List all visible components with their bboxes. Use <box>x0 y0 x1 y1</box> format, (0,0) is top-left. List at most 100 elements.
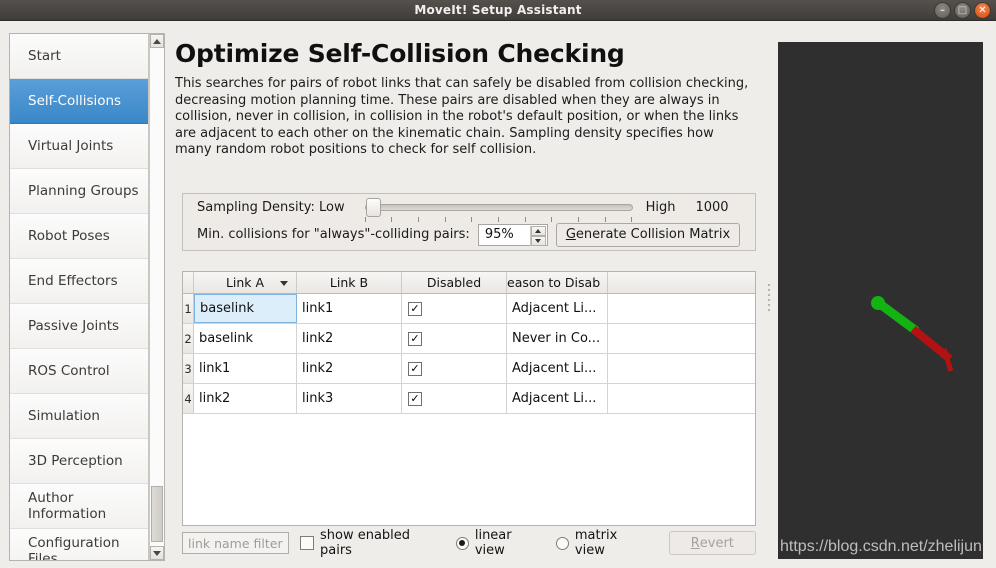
column-header-label: Disabled <box>427 275 481 290</box>
slider-tick <box>525 217 526 222</box>
sidebar-item-robot-poses[interactable]: Robot Poses <box>10 214 148 259</box>
scroll-up-button[interactable] <box>150 34 164 48</box>
sidebar-item-planning-groups[interactable]: Planning Groups <box>10 169 148 214</box>
sidebar-item-author-information[interactable]: Author Information <box>10 484 148 529</box>
cell-reason[interactable]: Adjacent Li... <box>507 294 608 323</box>
cell-link_a[interactable]: baselink <box>194 294 297 323</box>
slider-tick <box>471 217 472 222</box>
slider-track[interactable] <box>365 204 633 211</box>
cell-disabled[interactable]: ✓ <box>402 294 507 323</box>
cell-link_a[interactable]: link1 <box>194 354 297 383</box>
sort-descending-icon <box>280 281 288 286</box>
window-controls: – □ ✕ <box>934 2 991 19</box>
panel-splitter[interactable] <box>764 33 774 561</box>
slider-tick <box>418 217 419 222</box>
sampling-density-panel: Sampling Density: Low High 1000 Min. col… <box>182 193 756 251</box>
table-row[interactable]: 3link1link2✓Adjacent Li... <box>183 354 755 384</box>
column-header-3[interactable]: eason to Disab <box>507 272 608 293</box>
minimize-button[interactable]: – <box>934 2 951 19</box>
sidebar-item-label: Self-Collisions <box>28 93 121 109</box>
page-description: This searches for pairs of robot links t… <box>175 76 753 159</box>
page-title: Optimize Self-Collision Checking <box>175 39 760 68</box>
splitter-grip-icon <box>768 284 770 311</box>
radio-dot <box>459 540 465 546</box>
show-enabled-pairs-checkbox[interactable]: show enabled pairs <box>300 528 445 558</box>
column-header-0[interactable]: Link A <box>194 272 297 293</box>
sidebar-item-3d-perception[interactable]: 3D Perception <box>10 439 148 484</box>
scroll-down-button[interactable] <box>150 546 164 560</box>
cell-disabled[interactable]: ✓ <box>402 384 507 413</box>
maximize-button[interactable]: □ <box>954 2 971 19</box>
spin-up-button[interactable] <box>531 226 546 236</box>
maximize-icon: □ <box>958 6 967 16</box>
sidebar-item-start[interactable]: Start <box>10 34 148 79</box>
table-row[interactable]: 4link2link3✓Adjacent Li... <box>183 384 755 414</box>
close-button[interactable]: ✕ <box>974 2 991 19</box>
cell-filler <box>608 354 755 383</box>
sidebar-item-self-collisions[interactable]: Self-Collisions <box>10 79 148 124</box>
table-row[interactable]: 1baselinklink1 ✓ Adjacent Li... <box>183 294 755 324</box>
sidebar-item-passive-joints[interactable]: Passive Joints <box>10 304 148 349</box>
column-header-2[interactable]: Disabled <box>402 272 507 293</box>
cell-link_b[interactable]: link1 <box>297 294 402 323</box>
robot-3d-viewport[interactable]: https://blog.csdn.net/zhelijun <box>778 42 983 559</box>
radio-icon <box>556 537 569 550</box>
spin-down-button[interactable] <box>531 236 546 246</box>
generate-button-label: enerate Collision Matrix <box>576 227 730 242</box>
slider-handle[interactable] <box>366 198 381 217</box>
sidebar-item-simulation[interactable]: Simulation <box>10 394 148 439</box>
sampling-density-row: Sampling Density: Low High 1000 <box>183 194 755 221</box>
threshold-value: 95% <box>479 227 514 242</box>
linear-view-radio[interactable]: linear view <box>456 528 545 558</box>
sampling-density-value: 1000 <box>695 200 728 215</box>
cell-reason[interactable]: Never in Co... <box>507 324 608 353</box>
radio-icon <box>456 537 469 550</box>
sidebar-item-label: Planning Groups <box>28 183 139 199</box>
disabled-checkbox[interactable]: ✓ <box>408 332 422 346</box>
sidebar-item-virtual-joints[interactable]: Virtual Joints <box>10 124 148 169</box>
disabled-checkbox[interactable]: ✓ <box>408 392 422 406</box>
cell-filler <box>608 294 755 323</box>
matrix-view-label: matrix view <box>575 528 651 558</box>
table-row[interactable]: 2baselinklink2✓Never in Co... <box>183 324 755 354</box>
sidebar-item-ros-control[interactable]: ROS Control <box>10 349 148 394</box>
cell-disabled[interactable]: ✓ <box>402 354 507 383</box>
linear-view-label: linear view <box>475 528 545 558</box>
sampling-density-slider[interactable] <box>353 197 636 219</box>
cell-link_a[interactable]: link2 <box>194 384 297 413</box>
cell-link_a[interactable]: baselink <box>194 324 297 353</box>
window-titlebar: MoveIt! Setup Assistant – □ ✕ <box>0 0 996 21</box>
sidebar-scrollbar[interactable] <box>149 34 164 560</box>
cell-reason[interactable]: Adjacent Li... <box>507 354 608 383</box>
cell-link_b[interactable]: link2 <box>297 354 402 383</box>
checkbox-icon <box>300 536 314 550</box>
sidebar-item-end-effectors[interactable]: End Effectors <box>10 259 148 304</box>
cell-disabled[interactable]: ✓ <box>402 324 507 353</box>
cell-link_b[interactable]: link3 <box>297 384 402 413</box>
link-name-filter-placeholder: link name filter <box>188 536 283 551</box>
generate-collision-matrix-button[interactable]: Generate Collision Matrix <box>556 223 740 247</box>
threshold-spinbox[interactable]: 95% <box>478 224 548 246</box>
cell-link_b[interactable]: link2 <box>297 324 402 353</box>
sidebar-item-configuration-files[interactable]: Configuration Files <box>10 529 148 560</box>
row-number: 1 <box>183 294 194 323</box>
chevron-down-icon <box>153 551 161 556</box>
table-body[interactable]: 1baselinklink1✓Adjacent Li...2baselinkli… <box>183 294 755 414</box>
revert-button[interactable]: Revert <box>669 531 756 555</box>
disabled-checkbox[interactable]: ✓ <box>408 362 422 376</box>
column-header-1[interactable]: Link B <box>297 272 402 293</box>
column-header-label: Link A <box>226 275 264 290</box>
sidebar-item-label: 3D Perception <box>28 453 123 469</box>
matrix-view-radio[interactable]: matrix view <box>556 528 651 558</box>
sidebar-item-label: ROS Control <box>28 363 110 379</box>
sidebar-nav-list[interactable]: Start Self-Collisions Virtual Joints Planni… <box>10 34 149 560</box>
collision-pairs-table[interactable]: Link A Link B Disabled eason to Disab 1base… <box>182 271 756 526</box>
table-controls-bar: link name filter show enabled pairs line… <box>182 530 756 556</box>
disabled-checkbox[interactable]: ✓ <box>408 302 422 316</box>
chevron-up-icon <box>153 39 161 44</box>
scrollbar-thumb[interactable] <box>151 486 163 542</box>
chevron-up-icon <box>535 229 541 233</box>
slider-tick <box>578 217 579 222</box>
link-name-filter-input[interactable]: link name filter <box>182 532 289 554</box>
cell-reason[interactable]: Adjacent Li... <box>507 384 608 413</box>
